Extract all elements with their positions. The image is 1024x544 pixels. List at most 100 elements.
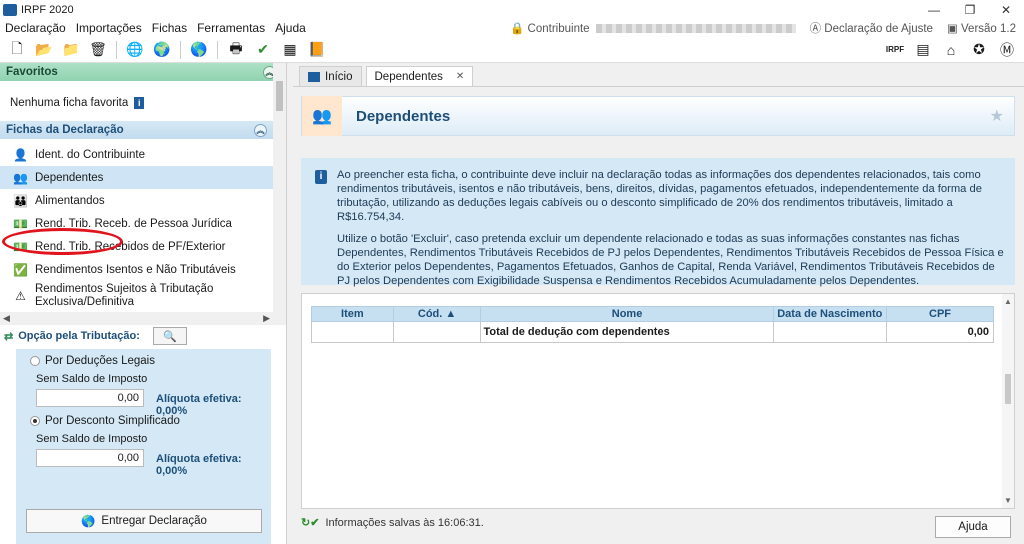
contribuinte-masked (595, 24, 796, 34)
tab-bar: Início Dependentes ✕ (293, 63, 1024, 87)
trash-icon[interactable]: 🗑 (87, 39, 109, 61)
open-folder-icon[interactable]: 📂 (33, 39, 55, 61)
col-nome[interactable]: Nome (480, 306, 774, 322)
total-label: Total de dedução com dependentes (480, 321, 774, 343)
scroll-right-icon[interactable]: ▶ (263, 313, 270, 324)
send-icon[interactable]: 🌎 (188, 39, 210, 61)
col-cod[interactable]: Cód. ▲ (392, 306, 482, 322)
page-title: Dependentes (356, 107, 451, 125)
col-data-nascimento[interactable]: Data de Nascimento (772, 306, 888, 322)
print-icon[interactable]: 🖶 (225, 39, 247, 61)
menu-ajuda[interactable]: Ajuda (270, 21, 311, 35)
radio-label: Por Desconto Simplificado (45, 415, 180, 427)
deducoes-aliquota: Alíquota efetiva: 0,00% (156, 393, 242, 417)
main-panel: Início Dependentes ✕ 👥 Dependentes ★ i A… (293, 63, 1024, 544)
fichas-list: 👤 Ident. do Contribuinte 👥 Dependentes 👪… (0, 143, 273, 311)
irpf-icon[interactable]: IRPF (884, 39, 906, 61)
info-icon: i (315, 170, 327, 184)
dependents-icon: 👥 (302, 96, 342, 136)
calculator-icon[interactable]: ▦ (279, 39, 301, 61)
menu-ferramentas[interactable]: Ferramentas (192, 21, 270, 35)
versao-info: ▣ Versão 1.2 (946, 23, 1016, 35)
menu-importacoes[interactable]: Importações (71, 21, 147, 35)
tab-dependentes[interactable]: Dependentes ✕ (365, 66, 474, 86)
col-cpf[interactable]: CPF (886, 306, 994, 322)
info-icon: i (134, 97, 145, 109)
radio-desconto-simplificado[interactable]: Por Desconto Simplificado (30, 415, 180, 427)
ficha-label: Dependentes (35, 171, 104, 184)
declaracao-label: Declaração de Ajuste (824, 23, 933, 35)
favoritos-header[interactable]: Favoritos ︽ (0, 63, 286, 81)
favoritos-title: Favoritos (6, 66, 58, 78)
scrollbar-thumb[interactable] (276, 81, 283, 111)
board-icon[interactable]: ▤ (912, 39, 934, 61)
deducoes-saldo: Sem Saldo de Imposto (36, 373, 148, 385)
radio-dot[interactable] (30, 356, 40, 366)
ficha-rend-exclusiva[interactable]: ⚠ Rendimentos Sujeitos à Tributação Excl… (0, 281, 273, 311)
receita-icon[interactable]: ✪ (968, 39, 990, 61)
window-controls: — ❐ ✕ (916, 3, 1024, 17)
ficha-ident-contribuinte[interactable]: 👤 Ident. do Contribuinte (0, 143, 273, 166)
simplificado-valor: 0,00 (36, 449, 144, 467)
dependents-table: Item Cód. ▲ Nome Data de Nascimento CPF … (311, 306, 994, 343)
title-bar: IRPF 2020 — ❐ ✕ (0, 0, 1024, 19)
entregar-declaracao-button[interactable]: 🌎 Entregar Declaração (26, 509, 262, 533)
col-item[interactable]: Item (311, 306, 394, 322)
menu-declaracao[interactable]: Declaração (0, 21, 71, 35)
home-icon[interactable]: ⌂ (940, 39, 962, 61)
opcao-arrows-icon: ⇄ (4, 330, 14, 343)
collapse-icon[interactable]: ︽ (254, 123, 267, 137)
scroll-down-icon[interactable]: ▼ (1004, 496, 1012, 505)
fichas-vertical-scrollbar[interactable] (273, 63, 286, 325)
radio-deducoes-legais[interactable]: Por Deduções Legais (30, 355, 155, 367)
book-icon[interactable]: 📙 (306, 39, 328, 61)
info-paragraph-2: Utilize o botão 'Excluir', caso pretenda… (337, 233, 1004, 287)
radio-dot-selected[interactable] (30, 416, 40, 426)
simplificado-saldo: Sem Saldo de Imposto (36, 433, 148, 445)
opcao-header: ⇄ Opção pela Tributação: 🔍 (0, 325, 286, 347)
scroll-left-icon[interactable]: ◀ (3, 313, 10, 324)
close-button[interactable]: ✕ (988, 3, 1024, 17)
folder-icon[interactable]: 📁 (60, 39, 82, 61)
favoritos-empty: Nenhuma ficha favorita i (0, 81, 286, 125)
minimize-button[interactable]: — (916, 3, 952, 17)
m-icon[interactable]: Ⓜ (996, 39, 1018, 61)
toolbar-separator (180, 40, 181, 59)
import-icon[interactable]: 🌐 (124, 39, 146, 61)
ajuda-button[interactable]: Ajuda (935, 516, 1011, 538)
total-cell-empty (311, 321, 394, 343)
app-icon (3, 3, 17, 16)
ficha-label: Ident. do Contribuinte (35, 148, 145, 161)
ficha-dependentes[interactable]: 👥 Dependentes (0, 166, 273, 189)
person-icon: 👤 (13, 147, 28, 162)
scrollbar-thumb[interactable] (1005, 374, 1011, 404)
favorite-star-icon[interactable]: ★ (990, 106, 1004, 126)
search-button[interactable]: 🔍 (152, 327, 187, 345)
ficha-label: Alimentandos (35, 194, 105, 207)
menu-fichas[interactable]: Fichas (147, 21, 192, 35)
fichas-header[interactable]: Fichas da Declaração ︽ (0, 121, 273, 139)
toolbar-separator (116, 40, 117, 59)
scroll-up-icon[interactable]: ▲ (1004, 297, 1012, 306)
ficha-rend-isentos[interactable]: ✅ Rendimentos Isentos e Não Tributáveis (0, 258, 273, 281)
maximize-button[interactable]: ❐ (952, 3, 988, 17)
home-tab-icon (308, 71, 320, 82)
tab-inicio[interactable]: Início (299, 66, 362, 86)
close-tab-icon[interactable]: ✕ (456, 71, 464, 82)
new-file-icon[interactable]: 🗋 (6, 39, 28, 61)
toolbar: 🗋 📂 📁 🗑 🌐 🌍 🌎 🖶 ✔ ▦ 📙 IRPF ▤ ⌂ ✪ Ⓜ (0, 37, 1024, 63)
window-title: IRPF 2020 (21, 3, 74, 16)
check-icon[interactable]: ✔ (252, 39, 274, 61)
toolbar-right: IRPF ▤ ⌂ ✪ Ⓜ (884, 39, 1024, 61)
opcao-tributacao-panel: ⇄ Opção pela Tributação: 🔍 Por Deduções … (0, 325, 286, 544)
declaracao-info: Ⓐ Declaração de Ajuste (809, 23, 933, 35)
warning-icon: ⚠ (15, 289, 26, 303)
versao-label: Versão 1.2 (961, 23, 1016, 35)
grid-scrollbar[interactable]: ▲ ▼ (1002, 294, 1014, 508)
globe-icon: 🌎 (81, 516, 96, 528)
dependents-icon: 👥 (13, 170, 28, 185)
recover-icon[interactable]: 🌍 (151, 39, 173, 61)
left-panel: Favoritos ︽ Nenhuma ficha favorita i Fic… (0, 63, 287, 544)
ficha-alimentandos[interactable]: 👪 Alimentandos (0, 189, 273, 212)
fichas-horizontal-scrollbar[interactable]: ◀ ▶ (0, 312, 273, 325)
